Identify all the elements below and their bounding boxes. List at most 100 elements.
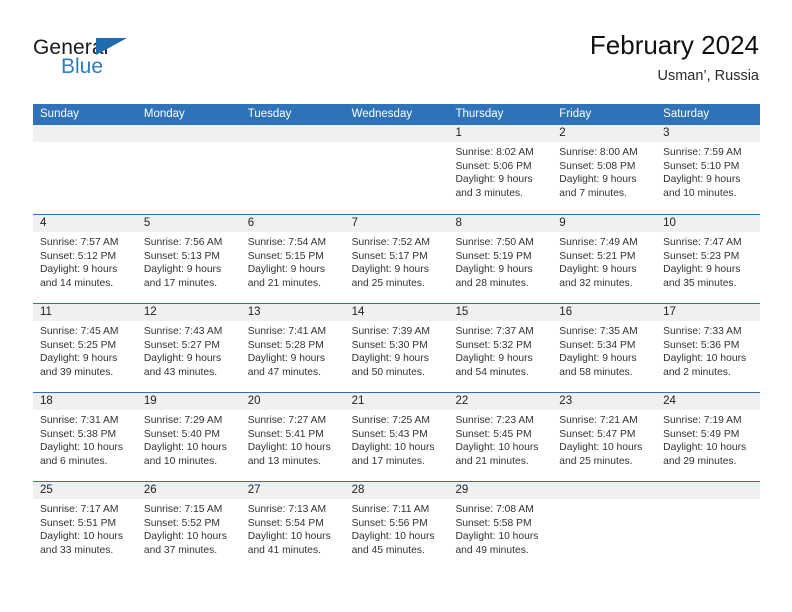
calendar-day-cell[interactable]: 5 Sunrise: 7:56 AM Sunset: 5:13 PM Daylight… — [136, 215, 241, 303]
calendar-day-cell[interactable]: 14 Sunrise: 7:39 AM Sunset: 5:30 PM Dayligh… — [344, 304, 449, 392]
daylight-text-line1: Daylight: 9 hours — [559, 174, 637, 186]
sunrise-text: Sunrise: 7:25 AM — [351, 415, 430, 426]
daylight-text-line1: Daylight: 9 hours — [40, 353, 118, 365]
logo-text-blue: Blue — [61, 55, 104, 78]
sunrise-text: Sunrise: 7:50 AM — [455, 237, 534, 248]
calendar-day-cell[interactable]: 3 Sunrise: 7:59 AM Sunset: 5:10 PM Daylight… — [656, 125, 761, 214]
daylight-text-line1: Daylight: 9 hours — [351, 264, 429, 276]
daylight-text-line2: and 28 minutes. — [455, 277, 529, 289]
day-number: 22 — [448, 393, 553, 410]
general-blue-logo[interactable]: General Blue — [33, 36, 233, 86]
calendar-day-cell[interactable]: 4 Sunrise: 7:57 AM Sunset: 5:12 PM Daylight… — [33, 215, 137, 303]
day-number: 10 — [656, 215, 761, 232]
sunset-text: Sunset: 5:25 PM — [40, 339, 117, 351]
daylight-text-line2: and 10 minutes. — [663, 187, 737, 199]
day-details: Sunrise: 7:39 AM Sunset: 5:30 PM Daylight:… — [345, 321, 449, 379]
sunrise-text: Sunrise: 8:02 AM — [455, 147, 534, 158]
day-number — [240, 125, 345, 142]
daylight-text-line2: and 39 minutes. — [40, 366, 114, 378]
calendar-day-cell[interactable]: 19 Sunrise: 7:29 AM Sunset: 5:40 PM Dayligh… — [136, 393, 241, 481]
sunset-text: Sunset: 5:38 PM — [40, 428, 117, 440]
calendar-day-cell[interactable]: 17 Sunrise: 7:33 AM Sunset: 5:36 PM Dayligh… — [656, 304, 761, 392]
sunset-text: Sunset: 5:52 PM — [143, 517, 220, 529]
calendar-day-cell[interactable]: 21 Sunrise: 7:25 AM Sunset: 5:43 PM Dayligh… — [344, 393, 449, 481]
calendar-day-cell[interactable]: 16 Sunrise: 7:35 AM Sunset: 5:34 PM Dayligh… — [552, 304, 657, 392]
calendar-day-cell[interactable]: 11 Sunrise: 7:45 AM Sunset: 5:25 PM Dayligh… — [33, 304, 137, 392]
day-details: Sunrise: 7:59 AM Sunset: 5:10 PM Daylight:… — [656, 142, 760, 200]
day-details: Sunrise: 7:33 AM Sunset: 5:36 PM Daylight:… — [656, 321, 760, 379]
calendar-day-cell[interactable]: 13 Sunrise: 7:41 AM Sunset: 5:28 PM Dayligh… — [240, 304, 345, 392]
sunset-text: Sunset: 5:36 PM — [663, 339, 740, 351]
day-number: 6 — [240, 215, 345, 232]
day-number: 8 — [448, 215, 553, 232]
day-details: Sunrise: 7:27 AM Sunset: 5:41 PM Daylight:… — [241, 410, 345, 468]
daylight-text-line2: and 13 minutes. — [247, 455, 321, 467]
calendar-day-cell[interactable]: 1 Sunrise: 8:02 AM Sunset: 5:06 PM Daylight… — [448, 125, 553, 214]
day-details: Sunrise: 7:41 AM Sunset: 5:28 PM Daylight:… — [241, 321, 345, 379]
daylight-text-line2: and 7 minutes. — [559, 187, 627, 199]
day-number — [656, 482, 761, 499]
calendar-day-cell[interactable]: 27 Sunrise: 7:13 AM Sunset: 5:54 PM Dayligh… — [240, 482, 345, 570]
day-number: 5 — [136, 215, 241, 232]
day-number: 26 — [136, 482, 241, 499]
day-number: 18 — [33, 393, 137, 410]
day-details: Sunrise: 7:47 AM Sunset: 5:23 PM Daylight:… — [656, 232, 760, 290]
daylight-text-line2: and 3 minutes. — [455, 187, 523, 199]
calendar-week-row: 18 Sunrise: 7:31 AM Sunset: 5:38 PM Dayligh… — [33, 392, 761, 481]
daylight-text-line1: Daylight: 10 hours — [143, 442, 227, 454]
calendar-day-cell[interactable]: 2 Sunrise: 8:00 AM Sunset: 5:08 PM Daylight… — [552, 125, 657, 214]
day-number: 16 — [552, 304, 657, 321]
calendar-day-cell[interactable]: 24 Sunrise: 7:19 AM Sunset: 5:49 PM Dayligh… — [656, 393, 761, 481]
daylight-text-line1: Daylight: 9 hours — [143, 264, 222, 276]
calendar-day-cell[interactable]: 7 Sunrise: 7:52 AM Sunset: 5:17 PM Daylight… — [344, 215, 449, 303]
calendar-day-cell[interactable]: 9 Sunrise: 7:49 AM Sunset: 5:21 PM Daylight… — [552, 215, 657, 303]
sunrise-text: Sunrise: 8:00 AM — [559, 147, 638, 158]
daylight-text-line1: Daylight: 10 hours — [351, 442, 435, 454]
calendar-day-cell[interactable]: 10 Sunrise: 7:47 AM Sunset: 5:23 PM Dayligh… — [656, 215, 761, 303]
sunrise-text: Sunrise: 7:15 AM — [143, 504, 223, 515]
sunset-text: Sunset: 5:45 PM — [455, 428, 532, 440]
calendar-day-cell[interactable]: 22 Sunrise: 7:23 AM Sunset: 5:45 PM Dayligh… — [448, 393, 553, 481]
calendar-day-cell[interactable]: 12 Sunrise: 7:43 AM Sunset: 5:27 PM Dayligh… — [136, 304, 241, 392]
day-number: 25 — [33, 482, 137, 499]
calendar-day-cell[interactable]: 8 Sunrise: 7:50 AM Sunset: 5:19 PM Daylight… — [448, 215, 553, 303]
day-details: Sunrise: 8:00 AM Sunset: 5:08 PM Daylight:… — [552, 142, 656, 200]
sunrise-text: Sunrise: 7:56 AM — [143, 237, 223, 248]
calendar-day-cell[interactable]: 29 Sunrise: 7:08 AM Sunset: 5:58 PM Dayligh… — [448, 482, 553, 570]
sunrise-text: Sunrise: 7:21 AM — [559, 415, 638, 426]
daylight-text-line2: and 47 minutes. — [247, 366, 321, 378]
daylight-text-line1: Daylight: 10 hours — [351, 531, 435, 543]
sunrise-text: Sunrise: 7:35 AM — [559, 326, 638, 337]
calendar-day-cell[interactable]: 28 Sunrise: 7:11 AM Sunset: 5:56 PM Dayligh… — [344, 482, 449, 570]
calendar-day-cell[interactable]: 25 Sunrise: 7:17 AM Sunset: 5:51 PM Dayligh… — [33, 482, 137, 570]
sunrise-text: Sunrise: 7:37 AM — [455, 326, 534, 337]
calendar-week-row: 1 Sunrise: 8:02 AM Sunset: 5:06 PM Daylight… — [33, 125, 761, 214]
calendar-day-cell[interactable]: 18 Sunrise: 7:31 AM Sunset: 5:38 PM Dayligh… — [33, 393, 137, 481]
calendar-day-cell-empty — [136, 125, 241, 214]
calendar-day-cell[interactable]: 20 Sunrise: 7:27 AM Sunset: 5:41 PM Dayligh… — [240, 393, 345, 481]
calendar-day-cell[interactable]: 6 Sunrise: 7:54 AM Sunset: 5:15 PM Daylight… — [240, 215, 345, 303]
day-number — [552, 482, 657, 499]
daylight-text-line2: and 33 minutes. — [40, 544, 114, 556]
sunset-text: Sunset: 5:40 PM — [143, 428, 220, 440]
sunset-text: Sunset: 5:51 PM — [40, 517, 117, 529]
daylight-text-line2: and 6 minutes. — [40, 455, 108, 467]
location-subtitle: Usman’, Russia — [657, 68, 759, 84]
daylight-text-line1: Daylight: 10 hours — [559, 442, 643, 454]
day-number: 12 — [136, 304, 241, 321]
calendar-day-cell[interactable]: 15 Sunrise: 7:37 AM Sunset: 5:32 PM Dayligh… — [448, 304, 553, 392]
daylight-text-line1: Daylight: 10 hours — [663, 442, 747, 454]
day-number: 11 — [33, 304, 137, 321]
weekday-saturday: Saturday — [663, 108, 710, 120]
sunrise-text: Sunrise: 7:49 AM — [559, 237, 638, 248]
calendar-day-cell[interactable]: 23 Sunrise: 7:21 AM Sunset: 5:47 PM Dayligh… — [552, 393, 657, 481]
calendar-day-cell[interactable]: 26 Sunrise: 7:15 AM Sunset: 5:52 PM Dayligh… — [136, 482, 241, 570]
calendar-page: General Blue February 2024 Usman’, Russi… — [0, 0, 792, 612]
day-number: 21 — [344, 393, 449, 410]
day-details: Sunrise: 7:57 AM Sunset: 5:12 PM Daylight:… — [33, 232, 137, 290]
sunrise-text: Sunrise: 7:59 AM — [663, 147, 742, 158]
day-number: 29 — [448, 482, 553, 499]
day-number: 4 — [33, 215, 137, 232]
day-details: Sunrise: 7:49 AM Sunset: 5:21 PM Daylight:… — [552, 232, 656, 290]
calendar-week-row: 4 Sunrise: 7:57 AM Sunset: 5:12 PM Daylight… — [33, 214, 761, 303]
